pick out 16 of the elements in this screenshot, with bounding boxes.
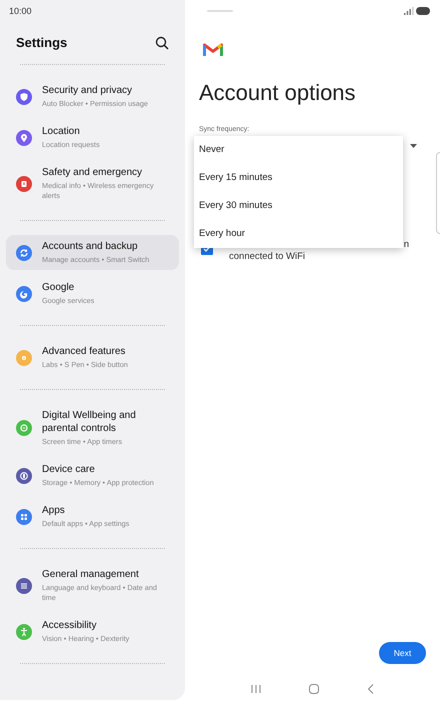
item-title: General management	[42, 568, 140, 581]
item-title: Accessibility	[42, 619, 98, 632]
item-title: Location	[42, 125, 81, 138]
item-title: Security and privacy	[42, 84, 134, 97]
item-title: Safety and emergency	[42, 166, 144, 179]
page-title: Account options	[199, 80, 356, 106]
item-title: Google	[42, 281, 76, 294]
item-title: Apps	[42, 504, 66, 517]
item-title: Accounts and backup	[42, 240, 139, 253]
settings-title: Settings	[16, 35, 68, 50]
status-time: 10:00	[8, 5, 32, 16]
checkbox-label-fragment: n	[404, 239, 409, 251]
item-title: Digital Wellbeing and parental controls	[42, 409, 137, 435]
item-title: Advanced features	[42, 345, 126, 358]
item-title: Device care	[42, 463, 96, 476]
checkbox-label: connected to WiFi	[229, 251, 306, 263]
